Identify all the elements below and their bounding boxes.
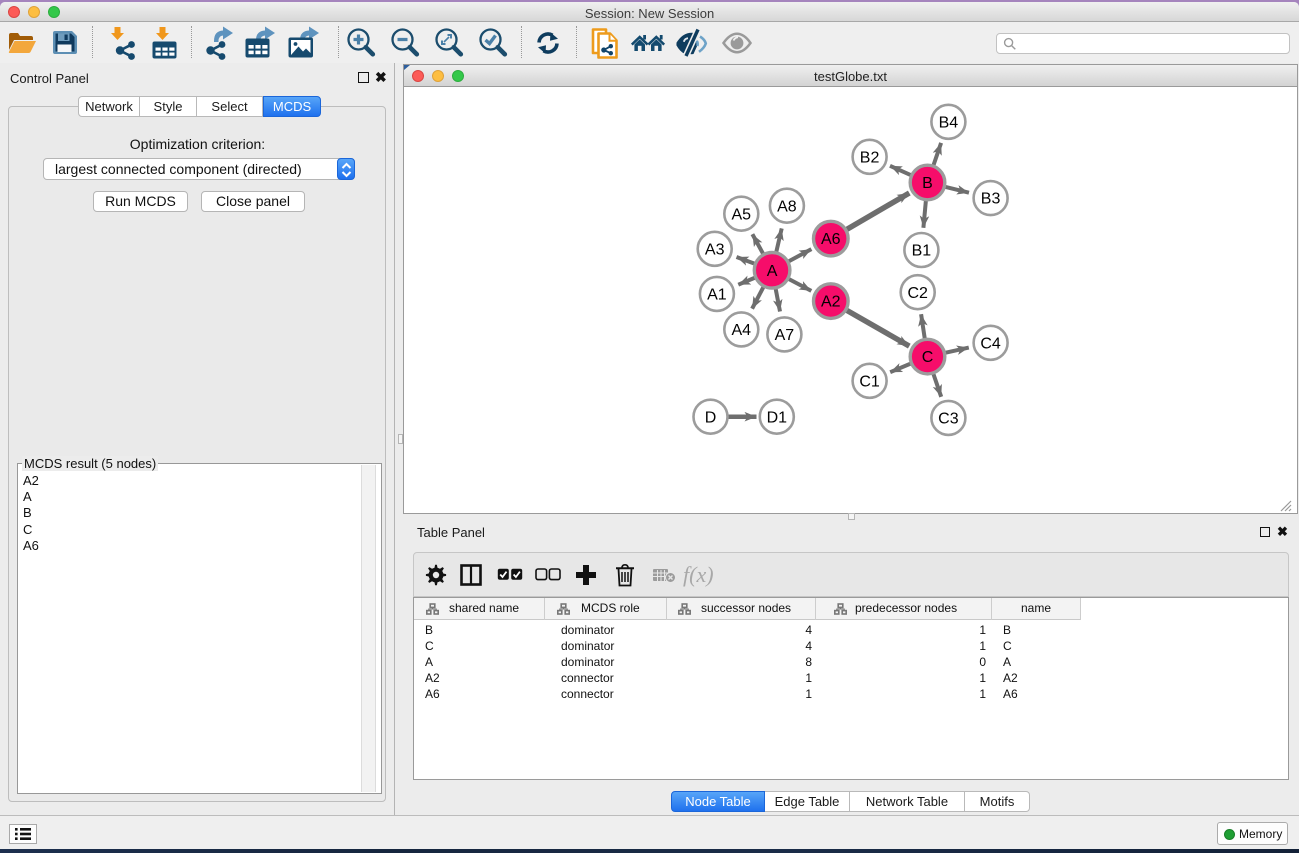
svg-text:C4: C4	[980, 335, 1001, 352]
svg-text:A4: A4	[732, 322, 752, 339]
svg-text:A1: A1	[707, 287, 727, 304]
svg-text:A5: A5	[732, 206, 752, 223]
svg-text:C2: C2	[907, 285, 928, 302]
svg-text:C: C	[922, 349, 934, 366]
svg-text:D1: D1	[767, 409, 788, 426]
svg-text:A: A	[767, 263, 778, 280]
svg-text:B3: B3	[981, 191, 1001, 208]
svg-text:A6: A6	[821, 231, 841, 248]
svg-text:B1: B1	[912, 243, 932, 260]
svg-text:B4: B4	[939, 114, 959, 131]
svg-text:A3: A3	[705, 241, 725, 258]
svg-text:D: D	[705, 409, 717, 426]
svg-text:B: B	[922, 175, 933, 192]
svg-text:C3: C3	[938, 411, 959, 428]
svg-text:B2: B2	[860, 149, 880, 166]
svg-text:C1: C1	[859, 373, 880, 390]
svg-text:A2: A2	[821, 294, 841, 311]
svg-text:A7: A7	[775, 327, 795, 344]
svg-text:A8: A8	[777, 198, 797, 215]
svg-text:f(x): f(x)	[683, 562, 714, 587]
